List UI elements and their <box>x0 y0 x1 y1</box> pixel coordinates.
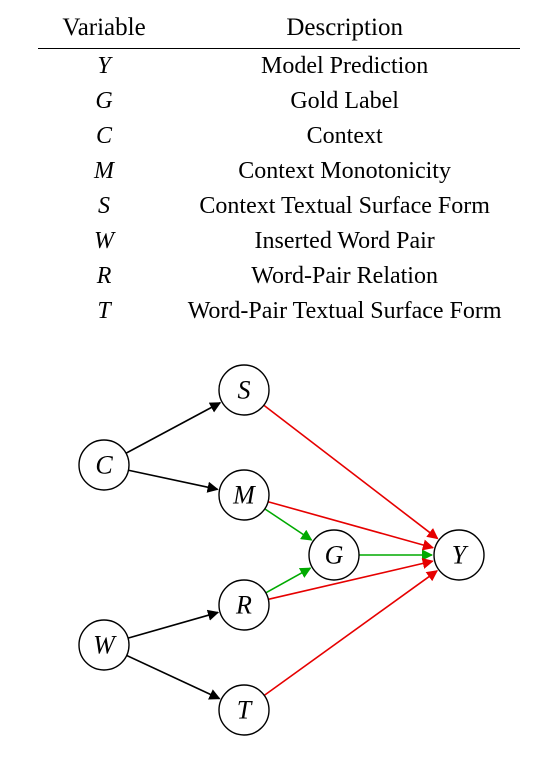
table-row: RWord-Pair Relation <box>38 259 519 294</box>
table-row: CContext <box>38 119 519 154</box>
node-label: Y <box>452 541 469 570</box>
variable-description: Model Prediction <box>170 49 520 85</box>
edge-C-S <box>126 403 220 453</box>
causal-diagram: C W S M R T G Y <box>0 345 558 760</box>
variable-description: Word-Pair Textual Surface Form <box>170 294 520 329</box>
node-label: C <box>95 451 113 480</box>
variable-description: Word-Pair Relation <box>170 259 520 294</box>
node-T: T <box>219 685 269 735</box>
header-variable: Variable <box>38 12 169 49</box>
edge-C-M <box>128 470 217 489</box>
table-row: SContext Textual Surface Form <box>38 189 519 224</box>
variable-description: Context <box>170 119 520 154</box>
node-label: T <box>237 696 253 725</box>
node-label: S <box>238 376 251 405</box>
node-S: S <box>219 365 269 415</box>
variable-symbol: W <box>38 224 169 259</box>
edge-S-Y <box>264 405 438 538</box>
variable-symbol: G <box>38 84 169 119</box>
node-C: C <box>79 440 129 490</box>
node-label: G <box>325 541 344 570</box>
table-row: GGold Label <box>38 84 519 119</box>
table-row: MContext Monotonicity <box>38 154 519 189</box>
node-G: G <box>309 530 359 580</box>
edge-W-T <box>127 656 220 699</box>
node-W: W <box>79 620 129 670</box>
variable-symbol: R <box>38 259 169 294</box>
variable-description: Context Monotonicity <box>170 154 520 189</box>
variable-symbol: T <box>38 294 169 329</box>
node-label: R <box>235 591 252 620</box>
node-label: M <box>232 481 256 510</box>
variable-symbol: C <box>38 119 169 154</box>
table-row: TWord-Pair Textual Surface Form <box>38 294 519 329</box>
node-label: W <box>93 631 117 660</box>
variable-table: Variable Description YModel PredictionGG… <box>38 12 519 329</box>
edge-W-R <box>128 612 218 638</box>
node-M: M <box>219 470 269 520</box>
variable-symbol: S <box>38 189 169 224</box>
edge-R-G <box>266 568 311 593</box>
node-Y: Y <box>434 530 484 580</box>
edge-T-Y <box>264 571 437 696</box>
variable-description: Gold Label <box>170 84 520 119</box>
table-row: WInserted Word Pair <box>38 224 519 259</box>
variable-description: Inserted Word Pair <box>170 224 520 259</box>
table-row: YModel Prediction <box>38 49 519 85</box>
variable-symbol: Y <box>38 49 169 85</box>
node-R: R <box>219 580 269 630</box>
header-description: Description <box>170 12 520 49</box>
edge-M-G <box>265 509 312 540</box>
variable-description: Context Textual Surface Form <box>170 189 520 224</box>
variable-symbol: M <box>38 154 169 189</box>
